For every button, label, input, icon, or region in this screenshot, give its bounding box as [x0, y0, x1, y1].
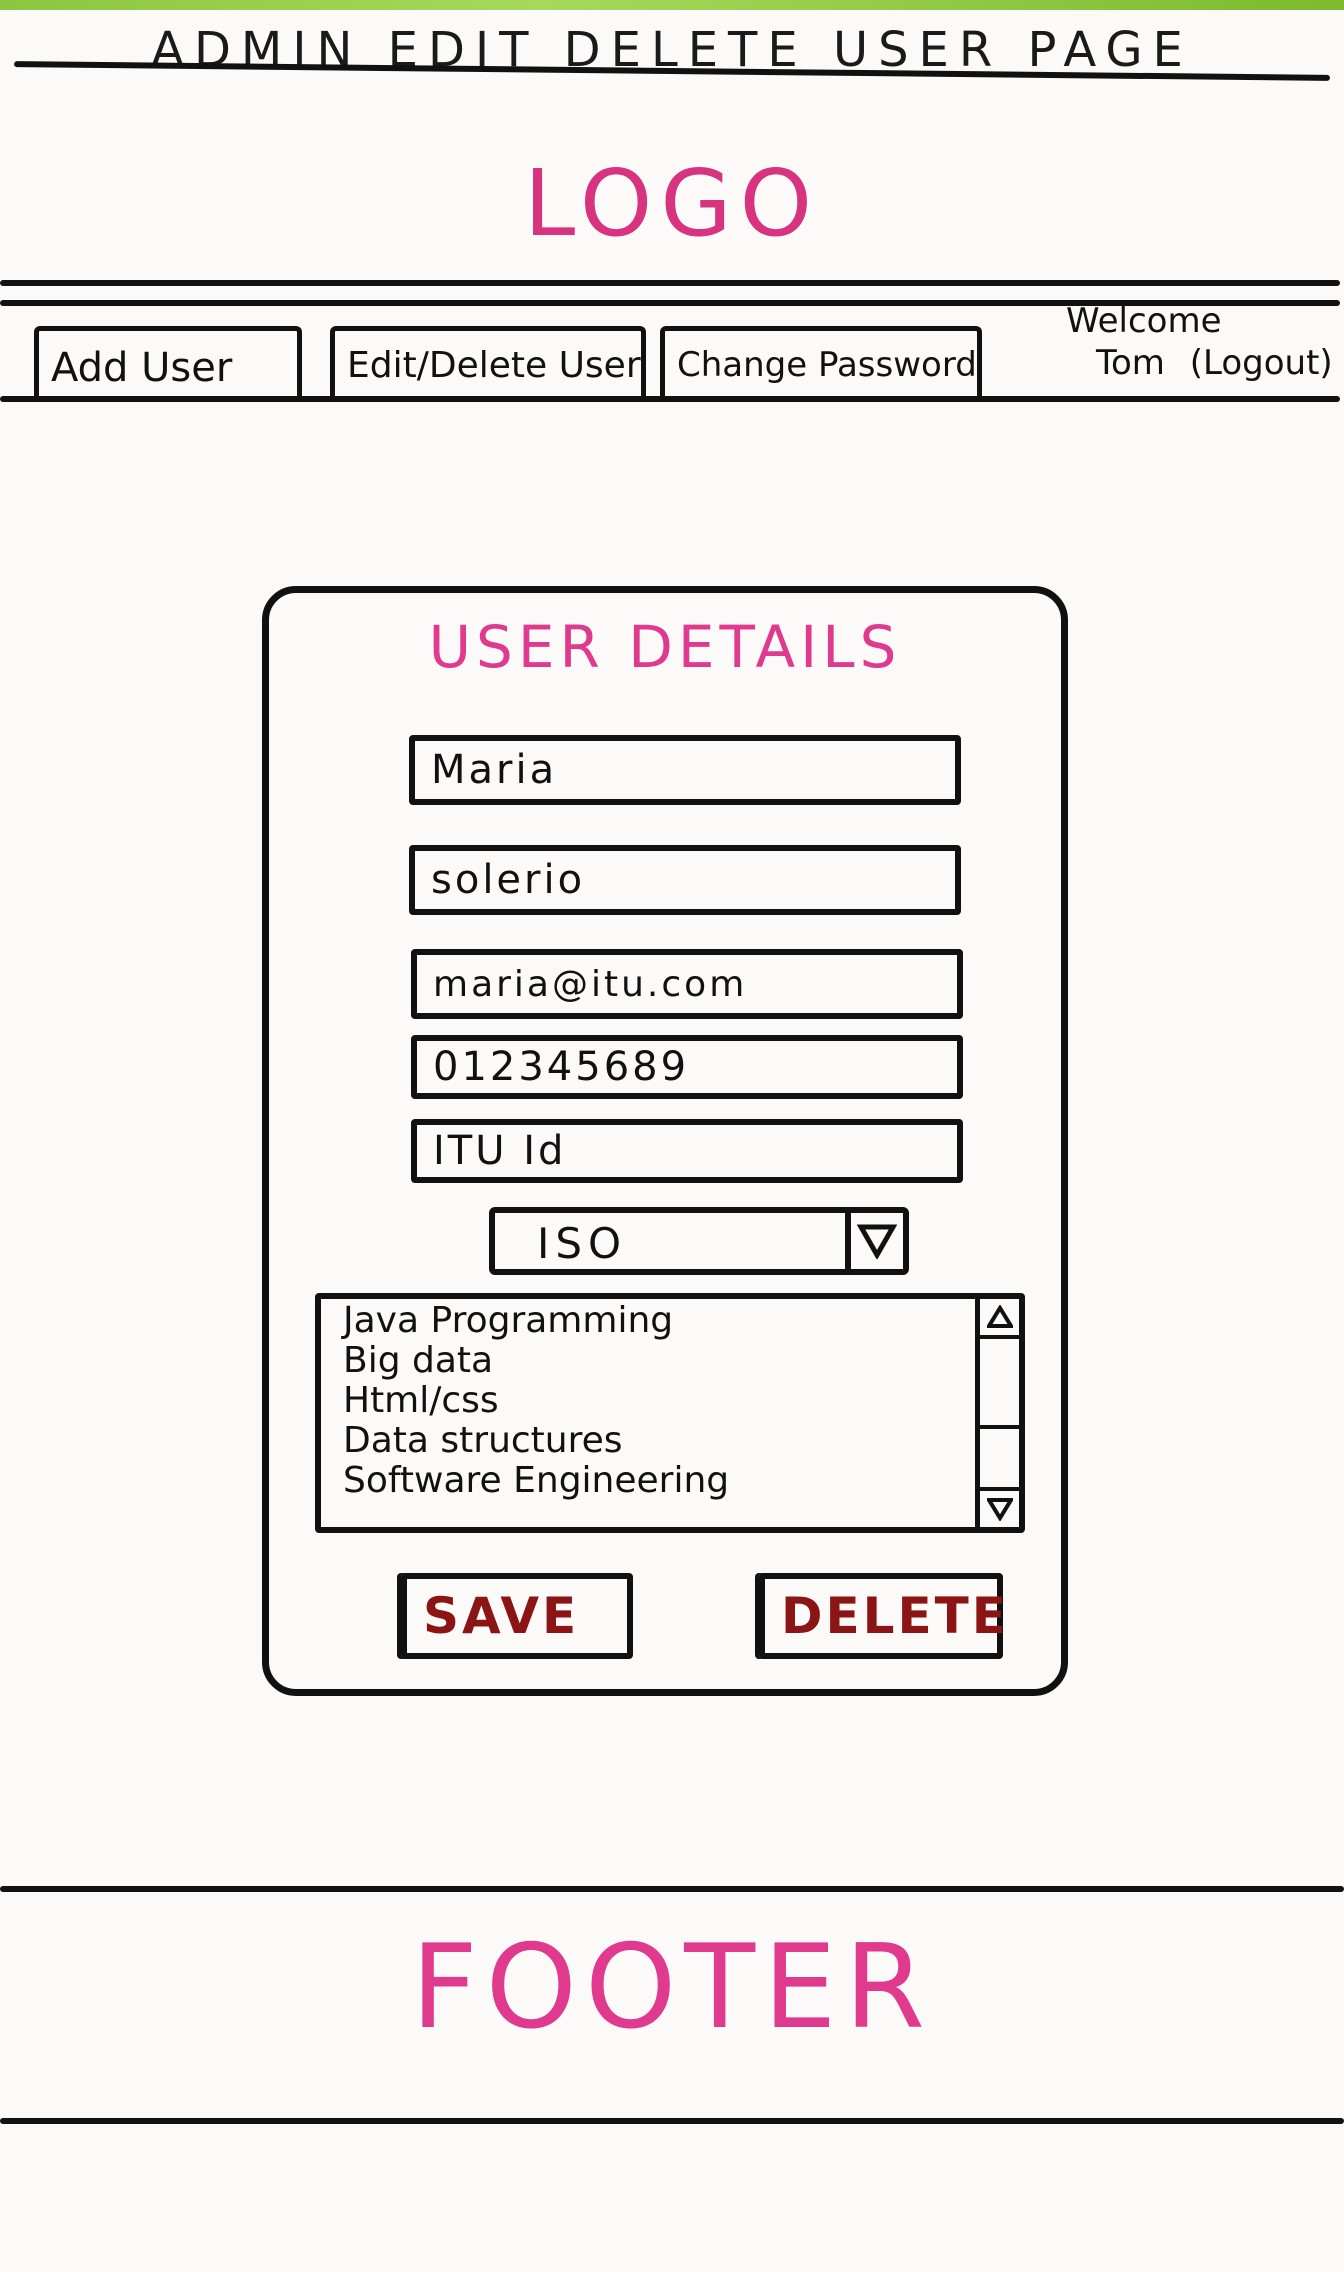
save-button-label: SAVE [423, 1587, 580, 1645]
list-item[interactable]: Html/css [343, 1381, 945, 1421]
nav-divider [0, 396, 1340, 402]
delete-button-label: DELETE [781, 1587, 1009, 1645]
logo: LOGO [523, 150, 821, 257]
tab-change-password[interactable]: Change Password [660, 326, 982, 402]
tab-edit-delete-user[interactable]: Edit/Delete User [330, 326, 646, 402]
tab-edit-delete-user-label: Edit/Delete User [347, 345, 641, 386]
email-field[interactable] [411, 949, 963, 1019]
list-item[interactable]: Data structures [343, 1421, 945, 1461]
chevron-down-icon[interactable] [845, 1213, 903, 1269]
tab-change-password-label: Change Password [677, 345, 977, 385]
top-strip [0, 0, 1344, 10]
courses-scrollbar[interactable] [975, 1299, 1019, 1527]
first-name-field[interactable] [409, 735, 961, 805]
role-select-value: ISO [537, 1219, 628, 1268]
footer-divider-bottom [0, 2118, 1344, 2124]
courses-listbox[interactable]: Java Programming Big data Html/css Data … [315, 1293, 1025, 1533]
list-item[interactable]: Big data [343, 1341, 945, 1381]
list-item[interactable]: Java Programming [343, 1301, 945, 1341]
welcome-text: Welcome [1066, 301, 1222, 341]
courses-list: Java Programming Big data Html/css Data … [321, 1299, 967, 1527]
phone-field[interactable] [411, 1035, 963, 1099]
scroll-thumb[interactable] [980, 1339, 1019, 1429]
last-name-field[interactable] [409, 845, 961, 915]
welcome-block: Welcome Tom (Logout) [1040, 300, 1340, 384]
logout-link[interactable]: (Logout) [1190, 343, 1333, 383]
welcome-username: Tom [1096, 343, 1165, 383]
scroll-up-icon[interactable] [980, 1299, 1019, 1339]
header-divider-top [0, 280, 1340, 286]
delete-button[interactable]: DELETE [759, 1573, 1006, 1659]
tab-add-user-label: Add User [51, 345, 233, 391]
scroll-down-icon[interactable] [980, 1487, 1019, 1527]
card-title: USER DETAILS [428, 613, 902, 681]
id-field[interactable] [411, 1119, 963, 1183]
user-details-card: USER DETAILS ISO Java Programming Big da… [262, 586, 1068, 1696]
list-item[interactable]: Software Engineering [343, 1461, 945, 1501]
tab-add-user[interactable]: Add User [34, 326, 302, 402]
footer-divider-top [0, 1886, 1344, 1892]
role-select[interactable]: ISO [489, 1207, 909, 1275]
save-button[interactable]: SAVE [401, 1573, 633, 1659]
footer: FOOTER [410, 1920, 934, 2055]
